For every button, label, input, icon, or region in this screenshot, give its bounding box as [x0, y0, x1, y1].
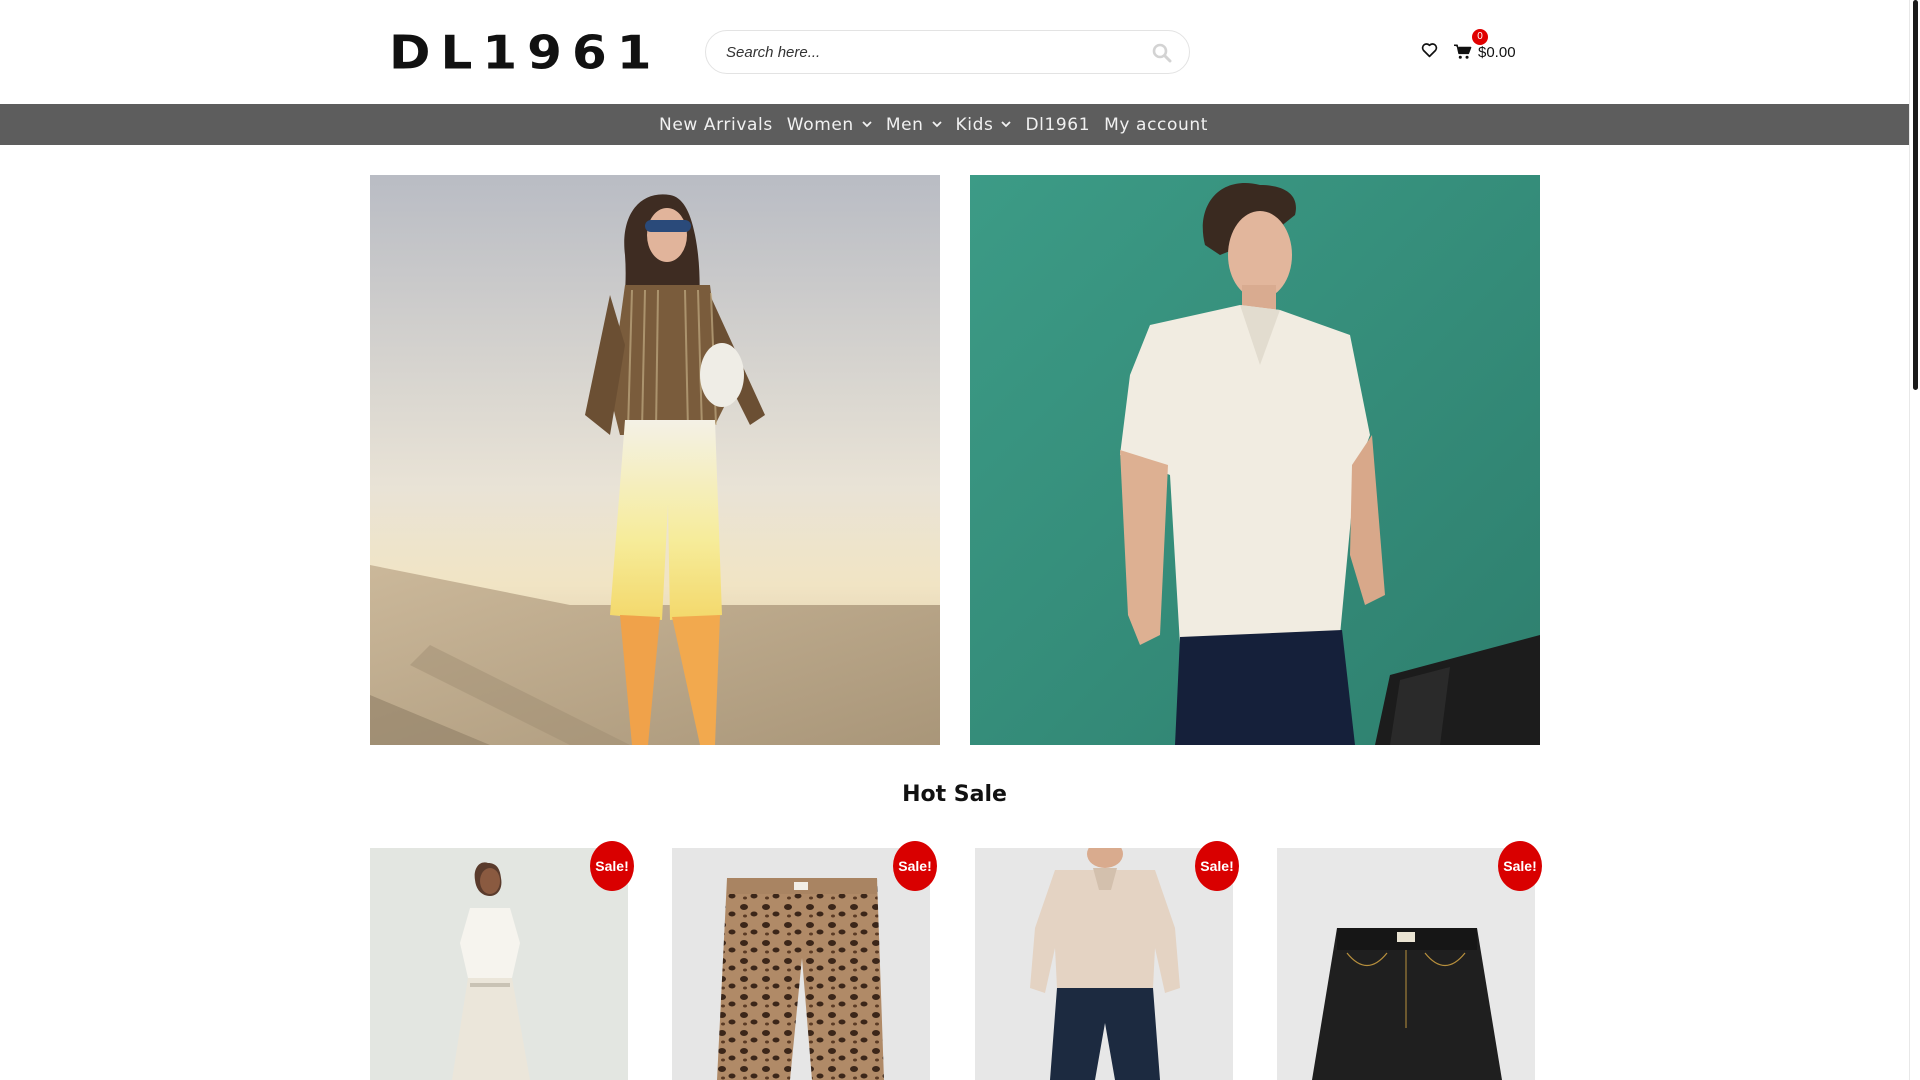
product-card-3[interactable] — [975, 848, 1233, 1080]
brand-logo[interactable]: DL1961 — [389, 30, 652, 76]
women-collection-banner[interactable] — [370, 175, 940, 745]
product-card-1[interactable] — [370, 848, 628, 1080]
search-button[interactable] — [1149, 40, 1175, 66]
wishlist-button[interactable] — [1421, 42, 1441, 62]
nav-item-label: Dl1961 — [1025, 114, 1091, 135]
nav-item-new-arrivals[interactable]: New Arrivals — [659, 115, 773, 135]
nav-item-label: Women — [786, 114, 854, 135]
product-image — [672, 848, 930, 1080]
search-bar — [705, 30, 1190, 74]
men-model-photo — [970, 175, 1540, 745]
nav-item-label: My account — [1104, 114, 1208, 135]
product-card-4[interactable] — [1277, 848, 1535, 1080]
chevron-down-icon — [862, 121, 872, 128]
product-image — [1277, 848, 1535, 1080]
sale-badge: Sale! — [1195, 841, 1239, 891]
nav-menu: New Arrivals Women Men Kids Dl1961 My ac… — [652, 115, 1215, 135]
product-image — [370, 848, 628, 1080]
cart-button[interactable]: $0.00 — [1454, 40, 1524, 64]
heart-icon — [1421, 43, 1438, 58]
scrollbar-thumb[interactable] — [1913, 0, 1918, 390]
search-input[interactable] — [726, 31, 1126, 73]
page-scrollbar[interactable] — [1909, 0, 1920, 1080]
men-collection-banner[interactable] — [970, 175, 1540, 745]
main-navigation: New Arrivals Women Men Kids Dl1961 My ac… — [0, 104, 1909, 145]
product-image — [975, 848, 1233, 1080]
chevron-down-icon — [1001, 121, 1012, 128]
search-icon — [1152, 43, 1172, 63]
nav-item-label: Kids — [955, 114, 994, 135]
product-card-2[interactable] — [672, 848, 930, 1080]
site-header: DL1961 $0.00 0 — [0, 0, 1909, 104]
brand-logo-text: DL1961 — [389, 26, 662, 80]
chevron-down-icon — [931, 121, 942, 128]
cart-total: $0.00 — [1478, 43, 1516, 61]
nav-item-label: New Arrivals — [659, 114, 773, 135]
sale-badge: Sale! — [590, 841, 634, 891]
nav-item-my-account[interactable]: My account — [1104, 115, 1208, 135]
women-model-photo — [370, 175, 940, 745]
nav-item-label: Men — [885, 114, 924, 135]
hot-sale-heading: Hot Sale — [902, 782, 1007, 807]
sale-badge: Sale! — [893, 841, 937, 891]
nav-item-kids[interactable]: Kids — [956, 115, 1012, 135]
cart-count-badge: 0 — [1472, 29, 1488, 45]
nav-item-women[interactable]: Women — [787, 115, 872, 135]
shopping-cart-icon — [1454, 44, 1472, 59]
nav-item-dl1961[interactable]: Dl1961 — [1025, 115, 1090, 135]
nav-item-men[interactable]: Men — [886, 115, 942, 135]
sale-badge: Sale! — [1498, 841, 1542, 891]
